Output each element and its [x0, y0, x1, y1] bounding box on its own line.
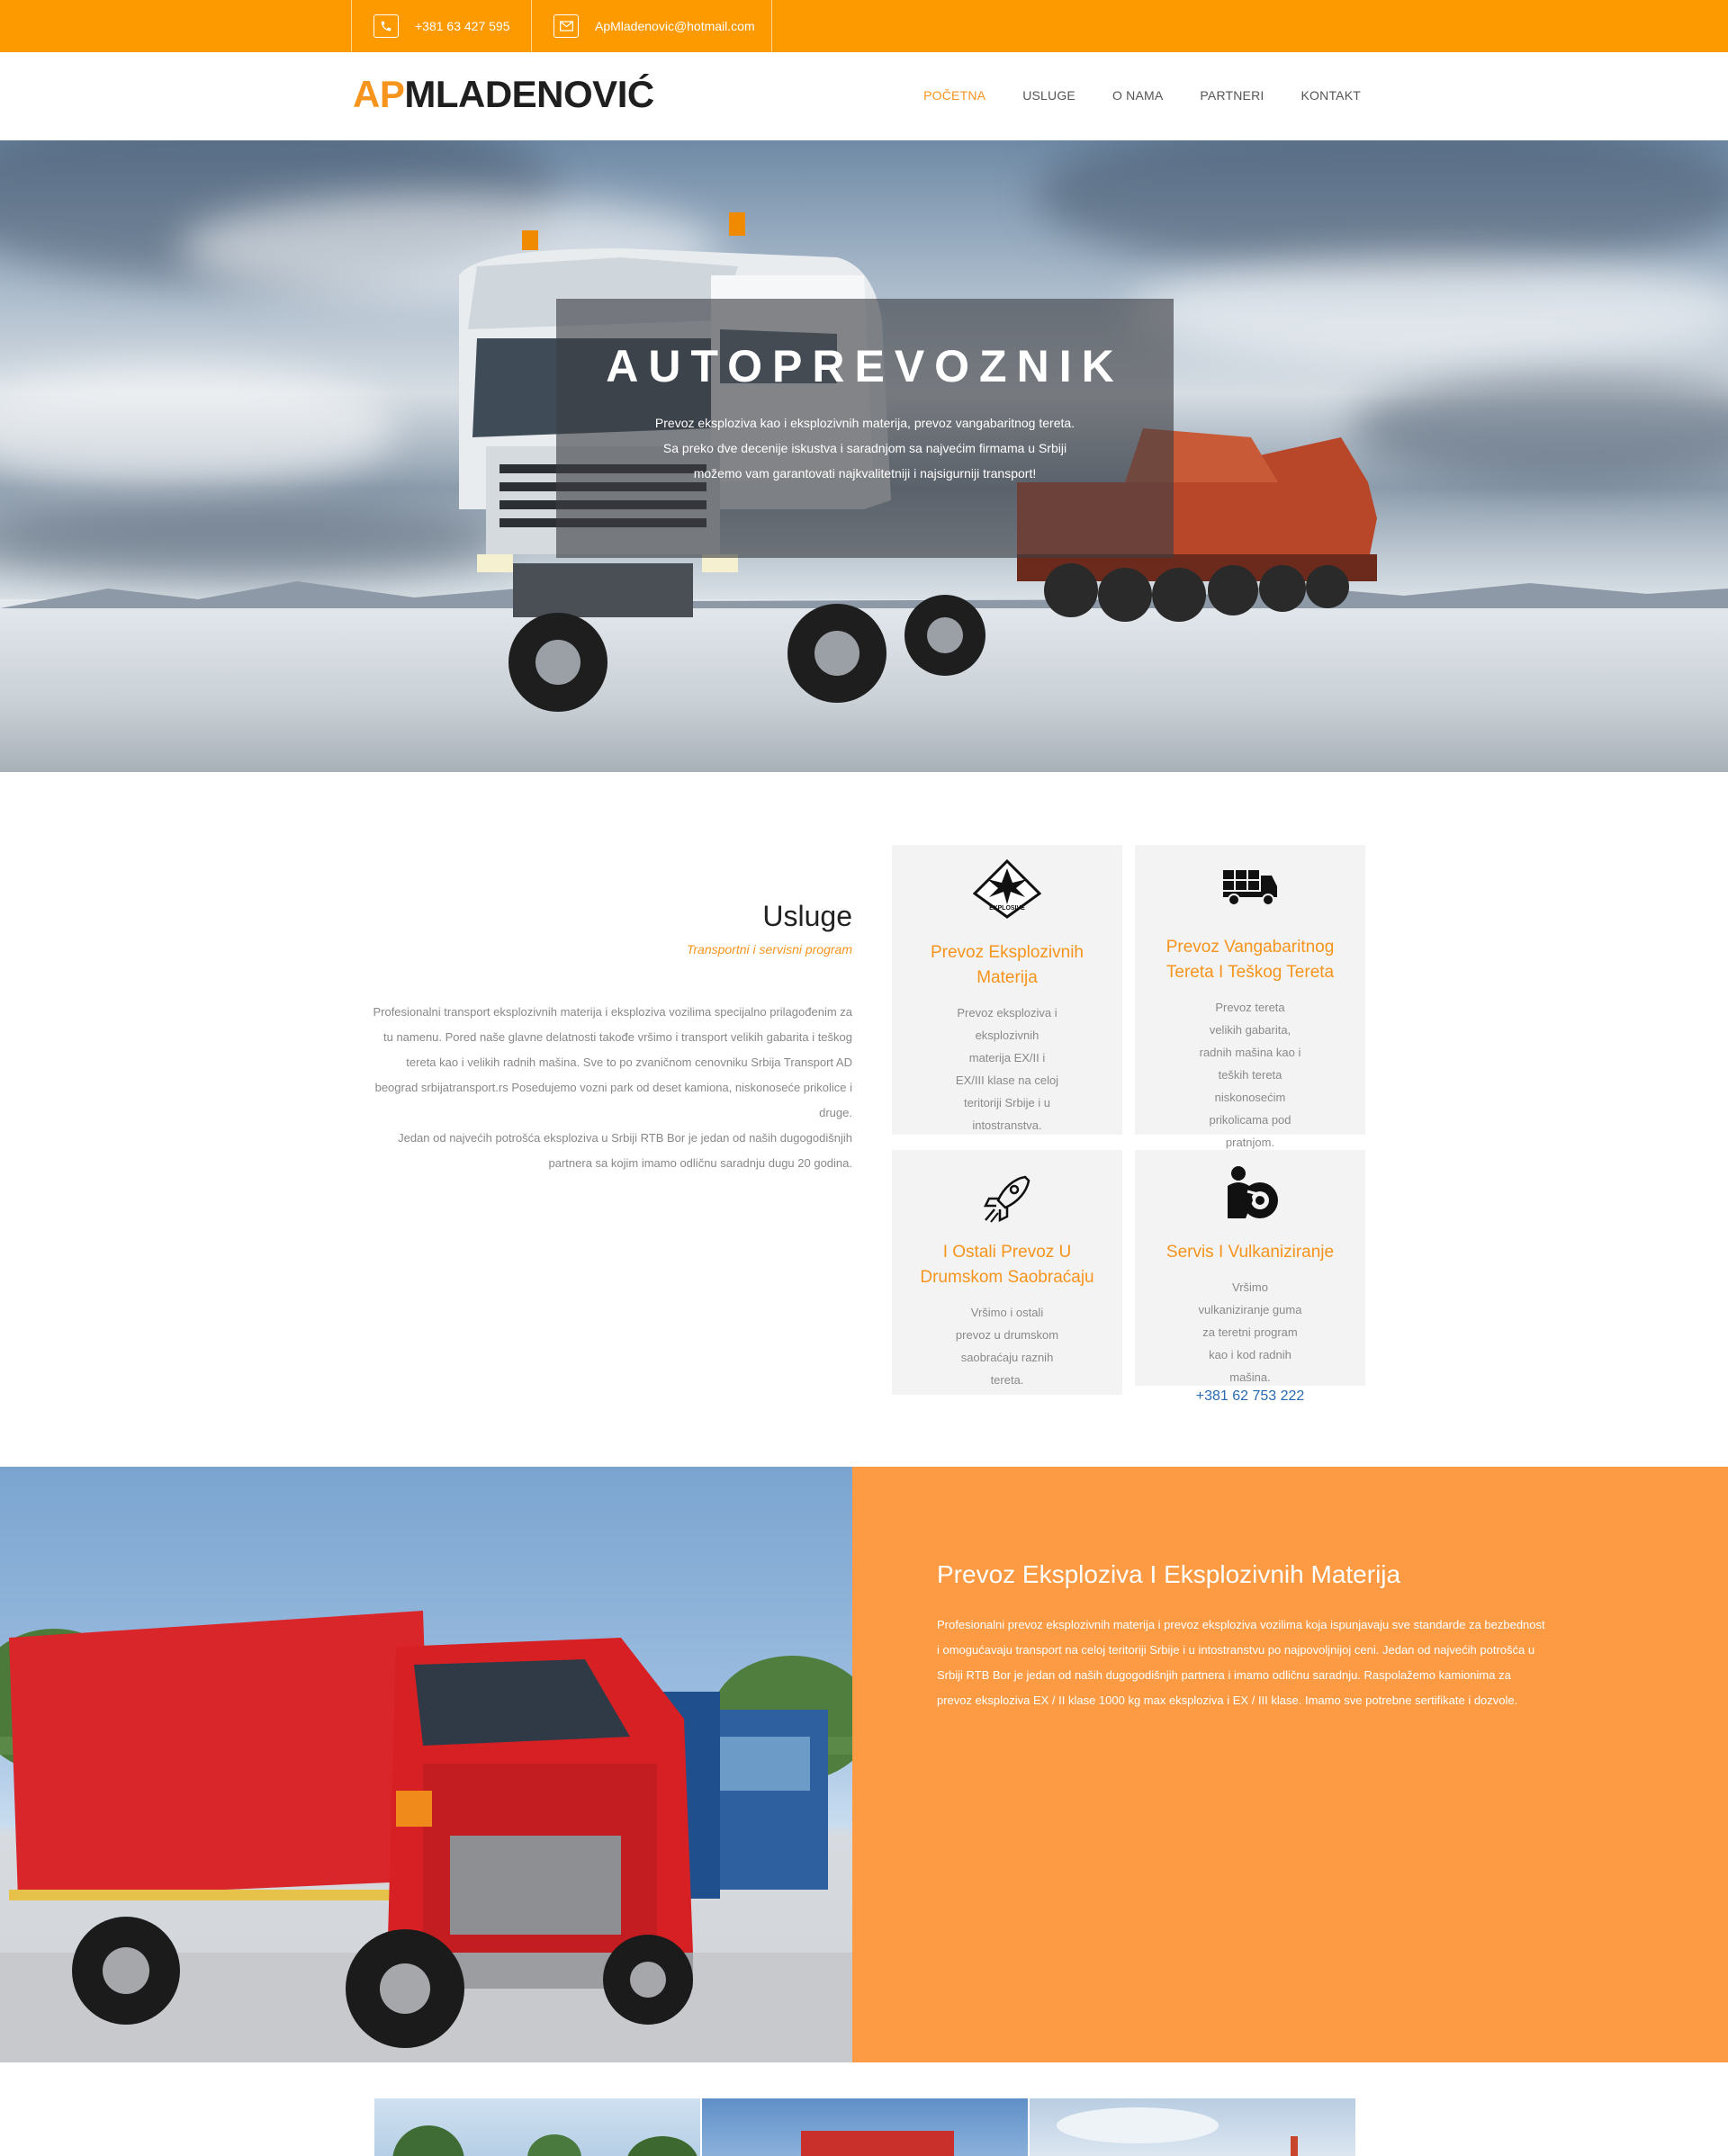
explosives-title: Prevoz Eksploziva I Eksplozivnih Materij… [937, 1560, 1401, 1588]
service-card-explosives[interactable]: EXPLOSIVE Prevoz Eksplozivnih Materija P… [892, 845, 1122, 1135]
card-text: Vršimo vulkaniziranje guma za teretni pr… [1198, 1280, 1302, 1384]
red-truck-image [0, 1611, 852, 2062]
gallery-photo-trees [392, 2125, 698, 2156]
phone-icon [374, 14, 399, 38]
hero-overlay-box: AUTOPREVOZNIK Prevoz eksploziva kao i ek… [556, 299, 1174, 558]
hero-banner: AUTOPREVOZNIK Prevoz eksploziva kao i ek… [0, 140, 1728, 772]
card-title: Prevoz Eksplozivnih Materija [930, 943, 1084, 987]
email-address: ApMladenovic@hotmail.com [595, 19, 755, 33]
nav-usluge[interactable]: Usluge [1022, 88, 1076, 103]
nav-pocetna[interactable]: Početna [923, 88, 986, 103]
card-text: Vršimo i ostali prevoz u drumskom saobra… [955, 1306, 1059, 1387]
logo-name: MLADENOVIĆ [404, 73, 654, 115]
explosives-info-panel: Prevoz Eksploziva I Eksplozivnih Materij… [852, 1467, 1728, 2062]
hero-title: AUTOPREVOZNIK [606, 341, 1124, 391]
gallery-photo-sky [1057, 2107, 1298, 2156]
phone-contact[interactable]: +381 63 427 595 [351, 0, 531, 52]
hero-cloud [0, 500, 504, 581]
card-text: Prevoz eksploziva i eksplozivnih materij… [955, 1006, 1059, 1132]
top-contact-bar: +381 63 427 595 ApMladenovic@hotmail.com [0, 0, 1728, 52]
gallery-image[interactable] [1030, 2098, 1355, 2156]
hero-text-line: Prevoz eksploziva kao i eksplozivnih mat… [654, 416, 1076, 430]
services-title: Usluge [762, 900, 852, 932]
nav-kontakt[interactable]: Kontakt [1301, 88, 1361, 103]
hero-cloud [0, 365, 396, 491]
services-description-text: Profesionalni transport eksplozivnih mat… [373, 1005, 852, 1119]
phone-number: +381 63 427 595 [415, 19, 510, 33]
mechanic-icon [1228, 1166, 1278, 1218]
hero-text-line: Sa preko dve decenije iskustva i saradnj… [662, 441, 1067, 455]
explosives-text: Profesionalni prevoz eksplozivnih materi… [937, 1618, 1545, 1707]
hero-text-line: možemo vam garantovati najkvalitetniji i… [693, 466, 1037, 481]
logo-ap: AP [353, 73, 405, 115]
services-subtitle: Transportni i servisni program [686, 942, 852, 957]
gallery-image[interactable] [374, 2098, 700, 2156]
services-description: Profesionalni transport eksplozivnih mat… [369, 1000, 852, 1176]
mail-icon [554, 14, 579, 38]
services-intro: Usluge Transportni i servisni program Pr… [369, 900, 852, 1176]
service-phone-link[interactable]: +381 62 753 222 [1135, 1388, 1365, 1405]
services-description-text: Jedan od najvećih potrošća eksploziva u … [398, 1131, 852, 1170]
service-card-oversize[interactable]: Prevoz Vangabaritnog Tereta I Teškog Ter… [1135, 845, 1365, 1149]
card-text: Prevoz tereta velikih gabarita, radnih m… [1199, 1001, 1301, 1149]
nav-partneri[interactable]: Partneri [1200, 88, 1264, 103]
main-nav: Početna Usluge O nama Partneri Kontakt [886, 88, 1361, 103]
explosive-label: EXPLOSIVE [989, 905, 1025, 912]
hero-cloud [1350, 374, 1728, 482]
email-contact[interactable]: ApMladenovic@hotmail.com [531, 0, 772, 52]
truck-icon [1223, 870, 1277, 906]
gallery-photo-red-truck [801, 2131, 954, 2156]
explosive-icon: EXPLOSIVE [973, 859, 1041, 919]
hero-text: Prevoz eksploziva kao i eksplozivnih mat… [556, 410, 1174, 486]
site-header: APMLADENOVIĆ Početna Usluge O nama Partn… [0, 52, 1728, 140]
service-card-road-transport[interactable]: I Ostali Prevoz U Drumskom Saobraćaju Vr… [892, 1150, 1122, 1395]
gallery-image[interactable] [702, 2098, 1028, 2156]
nav-o-nama[interactable]: O nama [1112, 88, 1163, 103]
rocket-icon [983, 1175, 1030, 1223]
site-logo[interactable]: APMLADENOVIĆ [353, 72, 654, 117]
service-card-tire-service[interactable]: Servis I Vulkaniziranje Vršimo vulkanizi… [1135, 1150, 1365, 1404]
explosives-truck-photo [0, 1467, 852, 2062]
card-title: Servis I Vulkaniziranje [1166, 1243, 1335, 1262]
card-title: Prevoz Vangabaritnog Tereta I Teškog Ter… [1166, 938, 1335, 982]
card-title: I Ostali Prevoz U Drumskom Saobraćaju [920, 1243, 1094, 1287]
